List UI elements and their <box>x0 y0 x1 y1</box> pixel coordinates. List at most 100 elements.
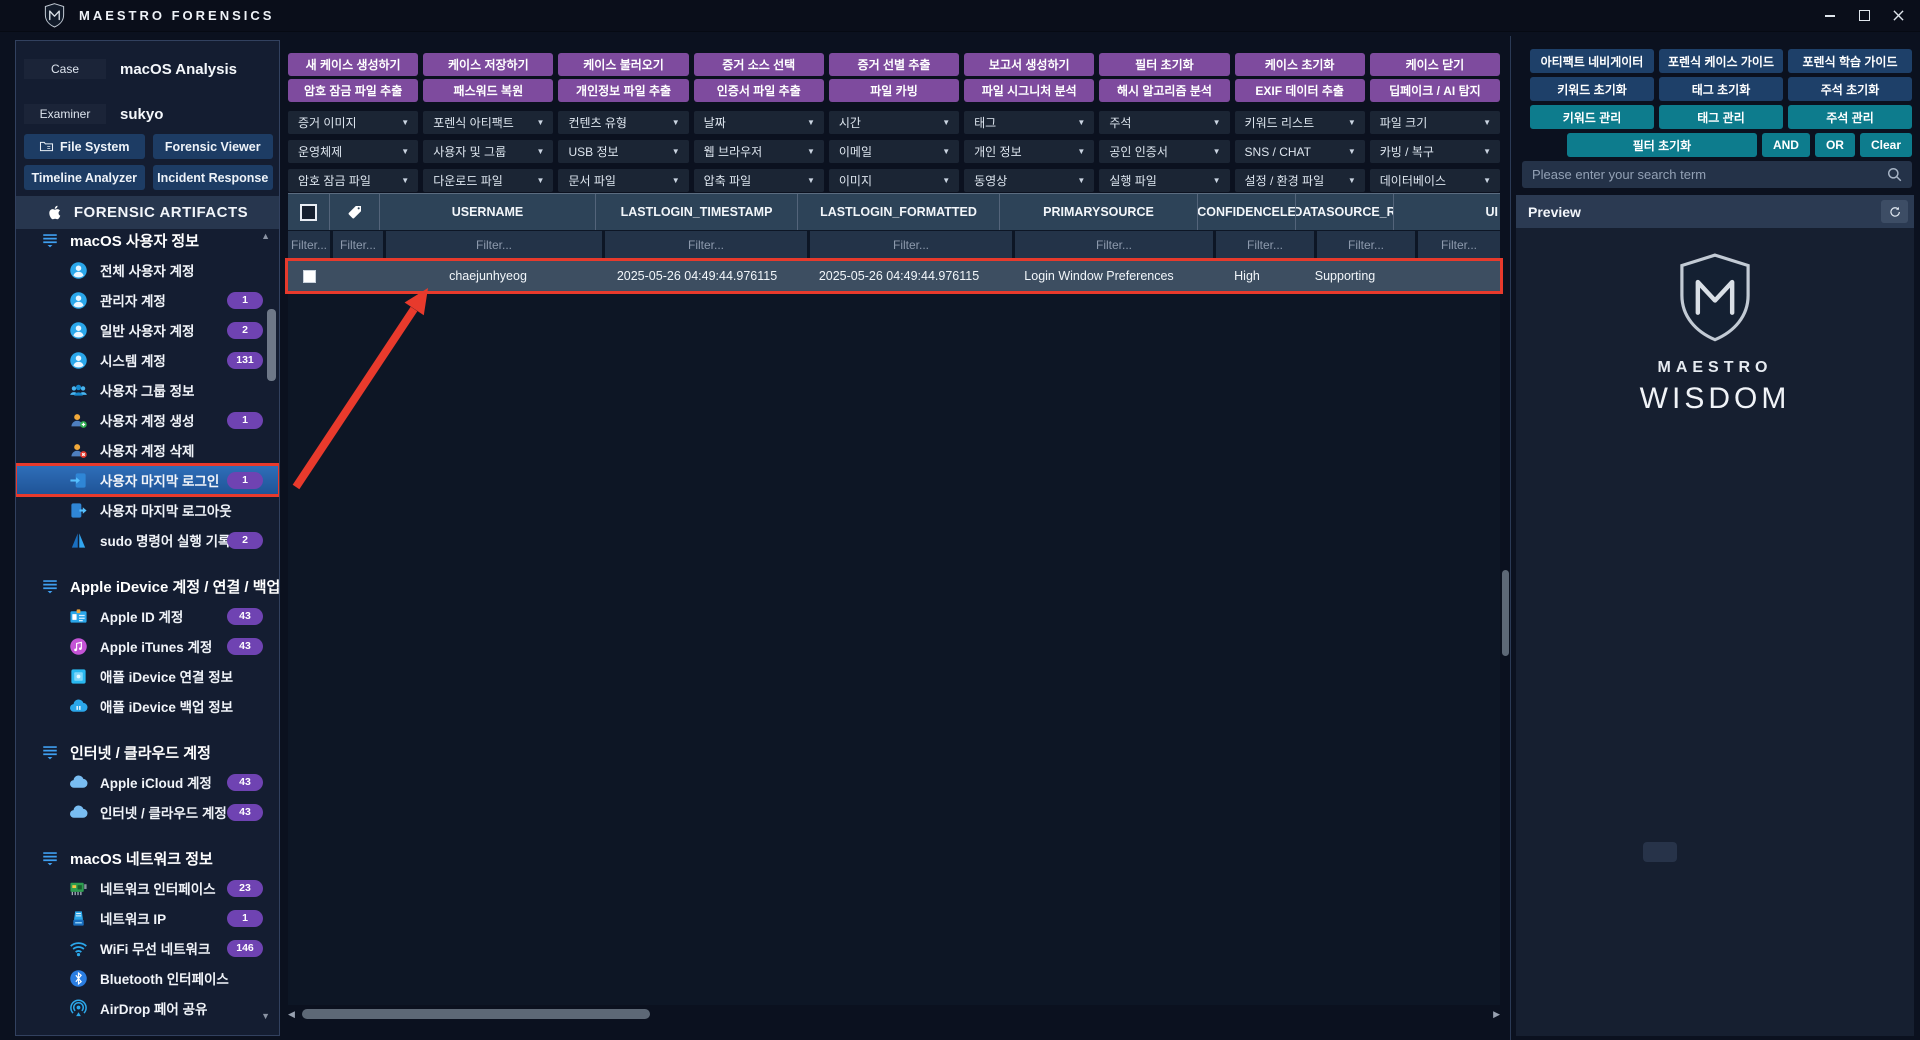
scroll-down-icon[interactable]: ▼ <box>261 1011 270 1021</box>
column-filter-input[interactable]: Filter... <box>1015 231 1213 259</box>
column-header-username[interactable]: USERNAME <box>380 194 596 230</box>
filter-dropdown-item[interactable]: 이미지▼ <box>829 169 959 192</box>
sidebar-scrollbar-thumb[interactable] <box>267 309 276 381</box>
toolbar-button-item[interactable]: 증거 선별 추출 <box>829 53 959 76</box>
sidebar-item-item[interactable]: 관리자 계정1 <box>16 285 279 315</box>
section-header[interactable]: 인터넷 / 클라우드 계정 <box>16 737 279 767</box>
filter-dropdown-item[interactable]: 운영체제▼ <box>288 140 418 163</box>
sidebar-item-ip[interactable]: 네트워크 IP1 <box>16 903 279 933</box>
sidebar-item-item[interactable]: 전체 사용자 계정 <box>16 255 279 285</box>
sidebar-item-wifi[interactable]: WiFi 무선 네트워크146 <box>16 933 279 963</box>
scroll-up-icon[interactable]: ▲ <box>261 231 270 241</box>
sidebar-item-item[interactable]: 사용자 그룹 정보 <box>16 375 279 405</box>
toolbar-button-item[interactable]: 해시 알고리즘 분석 <box>1099 79 1229 102</box>
row-select-cell[interactable] <box>288 261 330 291</box>
filter-dropdown-item[interactable]: 키워드 리스트▼ <box>1235 111 1365 134</box>
toolbar-button-item[interactable]: 필터 초기화 <box>1099 53 1229 76</box>
and-button[interactable]: AND <box>1762 133 1810 157</box>
panel-button-item[interactable]: 포렌식 케이스 가이드 <box>1659 49 1783 73</box>
toolbar-button-item[interactable]: 패스워드 복원 <box>423 79 553 102</box>
sidebar-item-item[interactable]: 사용자 마지막 로그아웃 <box>16 495 279 525</box>
select-all-header[interactable] <box>288 194 330 230</box>
toolbar-button-item[interactable]: 케이스 불러오기 <box>558 53 688 76</box>
panel-button-item[interactable]: 태그 초기화 <box>1659 77 1783 101</box>
sidebar-item-bluetooth[interactable]: Bluetooth 인터페이스 <box>16 963 279 993</box>
toolbar-button-item[interactable]: 파일 시그니처 분석 <box>964 79 1094 102</box>
column-header-lastlogin-formatted[interactable]: LASTLOGIN_FORMATTED <box>798 194 1000 230</box>
vertical-scrollbar-thumb[interactable] <box>1502 570 1509 656</box>
toolbar-button-exif[interactable]: EXIF 데이터 추출 <box>1235 79 1365 102</box>
filter-dropdown-item[interactable]: 압축 파일▼ <box>694 169 824 192</box>
column-filter-input[interactable]: Filter... <box>386 231 602 259</box>
toolbar-button-item[interactable]: 개인정보 파일 추출 <box>558 79 688 102</box>
sidebar-item-item[interactable]: 일반 사용자 계정2 <box>16 315 279 345</box>
nav-button-file-system[interactable]: File System <box>24 134 145 159</box>
clear-button[interactable]: Clear <box>1860 133 1912 157</box>
select-all-checkbox[interactable] <box>300 204 317 221</box>
toolbar-button-item[interactable]: 증거 소스 선택 <box>694 53 824 76</box>
sidebar-item-idevice[interactable]: 애플 iDevice 연결 정보 <box>16 661 279 691</box>
sidebar-item-apple-icloud[interactable]: Apple iCloud 계정43 <box>16 767 279 797</box>
section-header[interactable]: macOS 네트워크 정보 <box>16 843 279 873</box>
search-icon[interactable] <box>1886 166 1903 183</box>
filter-dropdown-item[interactable]: 동영상▼ <box>964 169 1094 192</box>
column-filter-input[interactable]: Filter... <box>1216 231 1314 259</box>
filter-dropdown-item[interactable]: 사용자 및 그룹▼ <box>423 140 553 163</box>
filter-dropdown-item[interactable]: 암호 잠금 파일▼ <box>288 169 418 192</box>
toolbar-button-item[interactable]: 케이스 닫기 <box>1370 53 1500 76</box>
filter-reset-button[interactable]: 필터 초기화 <box>1567 133 1757 157</box>
scroll-left-icon[interactable]: ◀ <box>288 1009 295 1020</box>
filter-dropdown-item[interactable]: 카빙 / 복구▼ <box>1370 140 1500 163</box>
column-header-confidencele[interactable]: CONFIDENCELE <box>1198 194 1296 230</box>
filter-dropdown-item[interactable]: 설정 / 환경 파일▼ <box>1235 169 1365 192</box>
panel-button-item[interactable]: 주석 관리 <box>1788 105 1912 129</box>
panel-button-item[interactable]: 키워드 관리 <box>1530 105 1654 129</box>
column-header-ui[interactable]: UI <box>1394 194 1500 230</box>
toolbar-button-item[interactable]: 케이스 저장하기 <box>423 53 553 76</box>
sidebar-item-idevice[interactable]: 애플 iDevice 백업 정보 <box>16 691 279 721</box>
column-filter-input[interactable]: Filter... <box>810 231 1012 259</box>
filter-dropdown-item[interactable]: 증거 이미지▼ <box>288 111 418 134</box>
panel-button-item[interactable]: 태그 관리 <box>1659 105 1783 129</box>
filter-dropdown-sns-chat[interactable]: SNS / CHAT▼ <box>1235 140 1365 163</box>
toolbar-button-ai[interactable]: 딥페이크 / AI 탐지 <box>1370 79 1500 102</box>
column-filter-input[interactable]: Filter... <box>1418 231 1500 259</box>
filter-dropdown-item[interactable]: 주석▼ <box>1099 111 1229 134</box>
section-header[interactable]: Apple iDevice 계정 / 연결 / 백업 <box>16 571 279 601</box>
column-header-lastlogin-timestamp[interactable]: LASTLOGIN_TIMESTAMP <box>596 194 798 230</box>
panel-button-item[interactable]: 주석 초기화 <box>1788 77 1912 101</box>
search-input[interactable] <box>1532 167 1886 182</box>
toolbar-button-item[interactable]: 파일 카빙 <box>829 79 959 102</box>
sidebar-item-item[interactable]: 사용자 마지막 로그인1 <box>16 465 279 495</box>
filter-dropdown-item[interactable]: 개인 정보▼ <box>964 140 1094 163</box>
sidebar-item-apple-id[interactable]: Apple ID 계정43 <box>16 601 279 631</box>
filter-dropdown-item[interactable]: 데이터베이스▼ <box>1370 169 1500 192</box>
filter-dropdown-item[interactable]: 시간▼ <box>829 111 959 134</box>
column-header-primarysource[interactable]: PRIMARYSOURCE <box>1000 194 1198 230</box>
filter-dropdown-item[interactable]: 파일 크기▼ <box>1370 111 1500 134</box>
sidebar-item-item[interactable]: 사용자 계정 생성1 <box>16 405 279 435</box>
filter-dropdown-item[interactable]: 웹 브라우저▼ <box>694 140 824 163</box>
or-button[interactable]: OR <box>1815 133 1855 157</box>
column-header-datasource-r[interactable]: DATASOURCE_R <box>1296 194 1394 230</box>
sidebar-item-airdrop[interactable]: AirDrop 페어 공유 <box>16 993 279 1023</box>
sidebar-item-item[interactable]: 인터넷 / 클라우드 계정43 <box>16 797 279 827</box>
panel-button-item[interactable]: 아티팩트 네비게이터 <box>1530 49 1654 73</box>
sidebar-item-item[interactable]: 네트워크 인터페이스23 <box>16 873 279 903</box>
column-filter-input[interactable]: Filter... <box>333 231 383 259</box>
table-row[interactable]: chaejunhyeog2025-05-26 04:49:44.97611520… <box>288 261 1500 291</box>
filter-dropdown-item[interactable]: 날짜▼ <box>694 111 824 134</box>
filter-dropdown-item[interactable]: 태그▼ <box>964 111 1094 134</box>
row-checkbox[interactable] <box>303 270 316 283</box>
filter-dropdown-item[interactable]: 다운로드 파일▼ <box>423 169 553 192</box>
toolbar-button-item[interactable]: 새 케이스 생성하기 <box>288 53 418 76</box>
toolbar-button-item[interactable]: 케이스 초기화 <box>1235 53 1365 76</box>
horizontal-scrollbar-thumb[interactable] <box>302 1009 650 1019</box>
sidebar-item-item[interactable]: 시스템 계정131 <box>16 345 279 375</box>
nav-button-incident-response[interactable]: Incident Response <box>153 165 274 190</box>
toolbar-button-item[interactable]: 암호 잠금 파일 추출 <box>288 79 418 102</box>
filter-dropdown-item[interactable]: 실행 파일▼ <box>1099 169 1229 192</box>
filter-dropdown-usb[interactable]: USB 정보▼ <box>558 140 688 163</box>
toolbar-button-item[interactable]: 인증서 파일 추출 <box>694 79 824 102</box>
preview-refresh-button[interactable] <box>1881 200 1908 223</box>
